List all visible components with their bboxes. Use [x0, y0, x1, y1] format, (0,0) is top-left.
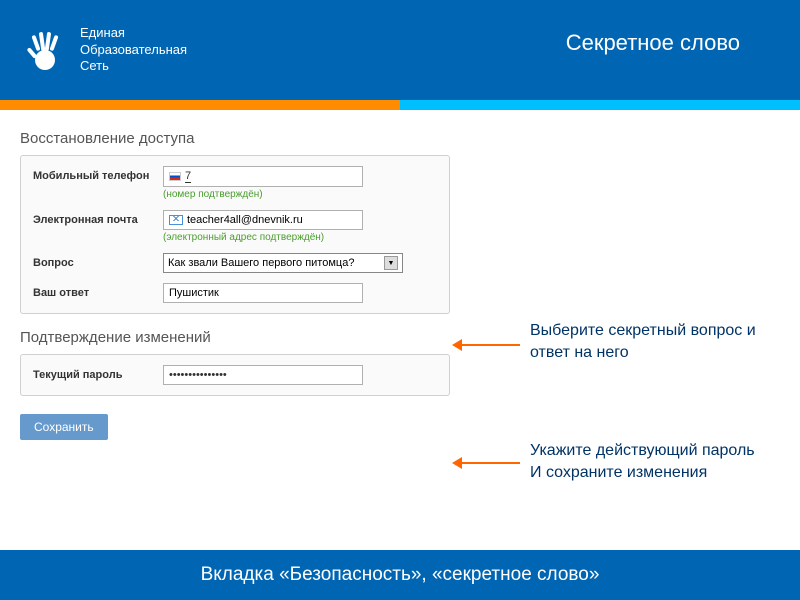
answer-label: Ваш ответ	[33, 283, 163, 299]
answer-value: Пушистик	[169, 287, 219, 299]
email-row: Электронная почта teacher4all@dnevnik.ru…	[33, 210, 437, 243]
divider-bar	[0, 100, 800, 110]
answer-row: Ваш ответ Пушистик	[33, 283, 437, 303]
email-value: teacher4all@dnevnik.ru	[187, 214, 303, 226]
question-label: Вопрос	[33, 253, 163, 269]
phone-field[interactable]: 7	[163, 166, 363, 187]
password-value: •••••••••••••••	[169, 369, 227, 381]
section-title-recovery: Восстановление доступа	[20, 130, 780, 147]
question-value: Как звали Вашего первого питомца?	[168, 257, 354, 269]
main-content: Восстановление доступа Мобильный телефон…	[0, 110, 800, 450]
slide-footer: Вкладка «Безопасность», «секретное слово…	[0, 550, 800, 600]
chevron-down-icon: ▼	[384, 256, 398, 270]
phone-row: Мобильный телефон 7 (номер подтверждён)	[33, 166, 437, 200]
question-select[interactable]: Как звали Вашего первого питомца? ▼	[163, 253, 403, 273]
mail-icon	[169, 215, 183, 225]
password-label: Текущий пароль	[33, 365, 163, 381]
arrow-icon	[460, 344, 520, 346]
annotation-question: Выберите секретный вопрос и ответ на нег…	[530, 320, 780, 363]
save-button[interactable]: Сохранить	[20, 414, 108, 440]
brand-text: Единая Образовательная Сеть	[80, 25, 187, 76]
email-label: Электронная почта	[33, 210, 163, 226]
password-row: Текущий пароль •••••••••••••••	[33, 365, 437, 385]
password-field[interactable]: •••••••••••••••	[163, 365, 363, 385]
flag-ru-icon	[169, 172, 181, 181]
brand-logo: Единая Образовательная Сеть	[20, 25, 187, 76]
phone-hint: (номер подтверждён)	[163, 189, 437, 200]
question-row: Вопрос Как звали Вашего первого питомца?…	[33, 253, 437, 273]
annotation-password: Укажите действующий пароль И сохраните и…	[530, 440, 780, 483]
hand-logo-icon	[20, 25, 70, 75]
recovery-panel: Мобильный телефон 7 (номер подтверждён) …	[20, 155, 450, 314]
phone-label: Мобильный телефон	[33, 166, 163, 182]
email-hint: (электронный адрес подтверждён)	[163, 232, 437, 243]
phone-value: 7	[185, 170, 191, 183]
arrow-icon	[460, 462, 520, 464]
slide-header: Единая Образовательная Сеть Секретное сл…	[0, 0, 800, 100]
email-field[interactable]: teacher4all@dnevnik.ru	[163, 210, 363, 230]
confirm-panel: Текущий пароль •••••••••••••••	[20, 354, 450, 396]
slide-title: Секретное слово	[566, 30, 740, 56]
answer-field[interactable]: Пушистик	[163, 283, 363, 303]
